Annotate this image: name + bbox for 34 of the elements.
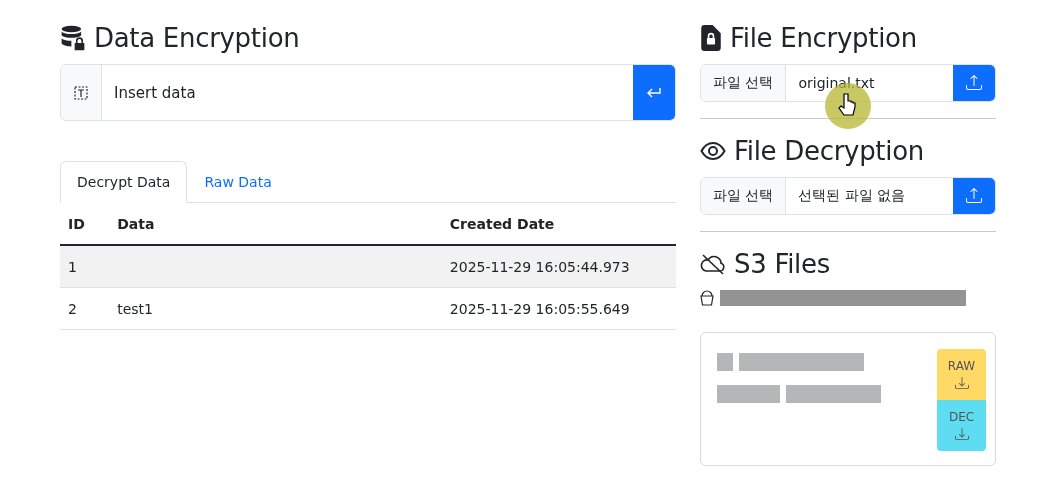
table-cell: 2 [68, 300, 77, 317]
file-name: original.txt [797, 74, 876, 93]
section-title: File Decryption [734, 135, 924, 168]
table-cell: test1 [117, 300, 153, 317]
file-name: 선택된 파일 없음 [797, 186, 907, 205]
redacted-bar [717, 385, 780, 403]
file-input[interactable]: 파일 선택 선택된 파일 없음 [700, 177, 996, 215]
file-input[interactable]: 파일 선택 original.txt [700, 64, 996, 102]
upload-button[interactable] [953, 65, 995, 101]
cloud-slash-icon [700, 253, 726, 275]
tab[interactable]: Raw Data [187, 161, 289, 203]
dec-download-button[interactable]: DEC [937, 400, 986, 451]
submit-button[interactable] [633, 65, 675, 120]
upload-icon [966, 188, 982, 204]
table-cell: 1 [68, 258, 77, 275]
eye-icon [700, 141, 726, 161]
choose-file-button[interactable]: 파일 선택 [701, 178, 787, 214]
file-lock-icon [700, 25, 722, 51]
tab[interactable]: Decrypt Data [60, 161, 188, 203]
data-input-field[interactable]: Insert data [60, 64, 676, 121]
bucket-icon [700, 290, 714, 306]
enter-icon [646, 85, 662, 100]
redacted-bar [717, 353, 733, 371]
text-field-icon [72, 84, 90, 101]
upload-button[interactable] [953, 178, 995, 214]
table-cell: 2025-11-29 16:05:55.649 [449, 300, 630, 317]
raw-download-button[interactable]: RAW [937, 349, 986, 400]
database-lock-icon [60, 25, 86, 51]
section-title: S3 Files [734, 248, 830, 281]
table-cell: 2025-11-29 16:05:44.973 [449, 258, 630, 275]
upload-icon [966, 75, 982, 91]
choose-file-button[interactable]: 파일 선택 [701, 65, 787, 101]
section-title: File Encryption [730, 22, 917, 55]
section-title: Data Encryption [94, 22, 300, 55]
